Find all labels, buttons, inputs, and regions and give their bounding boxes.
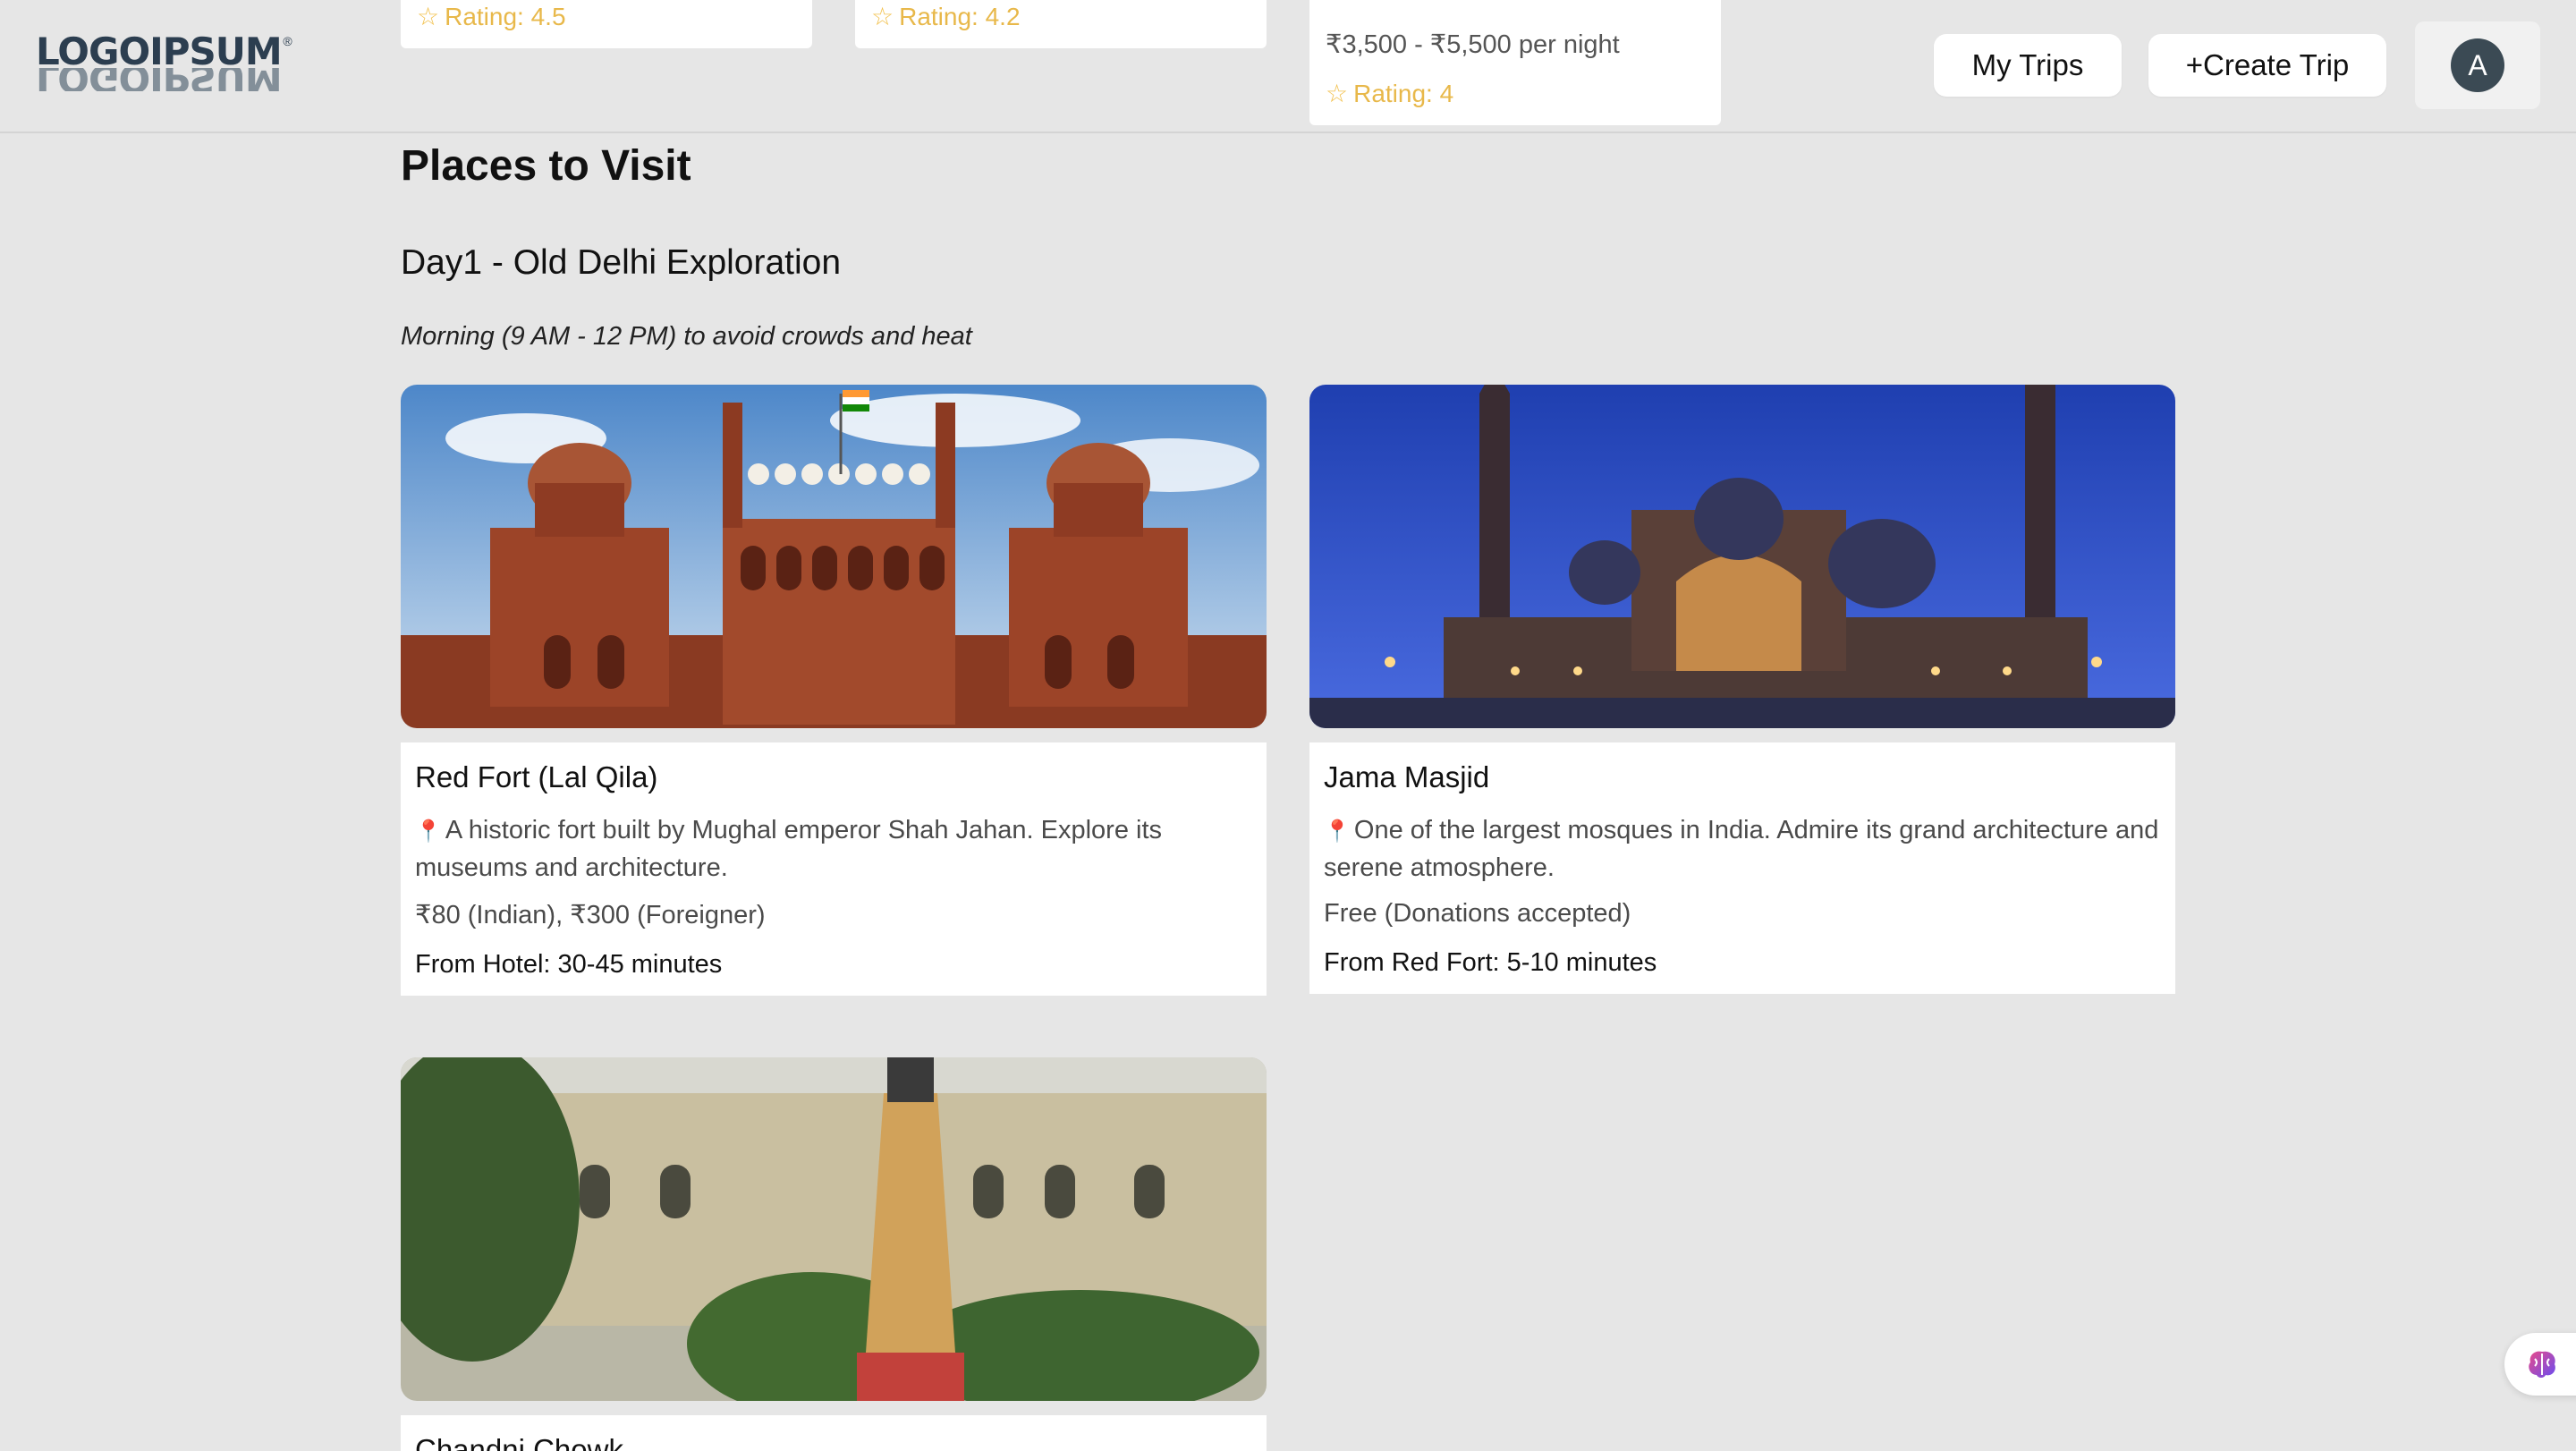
hotel-card[interactable]: ☆ Rating: 4.2	[855, 0, 1267, 48]
place-image	[401, 1057, 1267, 1401]
place-image	[1309, 385, 2175, 728]
place-details: Chandni Chowk	[401, 1415, 1267, 1451]
place-travel-time: From Hotel: 30-45 minutes	[415, 950, 723, 979]
place-travel-time: From Red Fort: 5-10 minutes	[1324, 948, 1657, 977]
place-details: Red Fort (Lal Qila) 📍 A historic fort bui…	[401, 742, 1267, 996]
section-title: Places to Visit	[401, 142, 691, 190]
star-icon: ☆	[1326, 80, 1349, 107]
place-name: Chandni Chowk	[415, 1433, 623, 1451]
day-time-note: Morning (9 AM - 12 PM) to avoid crowds a…	[401, 322, 972, 351]
star-icon: ☆	[871, 3, 894, 30]
place-name: Jama Masjid	[1324, 760, 1490, 793]
place-description: 📍 A historic fort built by Mughal emperor…	[415, 816, 1163, 882]
day-title: Day1 - Old Delhi Exploration	[401, 243, 842, 282]
registered-mark-icon: ®	[283, 34, 292, 48]
hotel-rating: ☆ Rating: 4.2	[871, 2, 1021, 31]
map-pin-icon: 📍	[415, 819, 442, 844]
star-icon: ☆	[417, 3, 440, 30]
top-navbar: LOGOIPSUM LOGOIPSUM ® My Trips +Create T…	[0, 0, 2576, 133]
brain-icon	[2529, 1351, 2555, 1378]
place-ticket-price: Free (Donations accepted)	[1324, 899, 1631, 928]
place-details: Jama Masjid 📍 One of the largest mosques …	[1309, 742, 2175, 994]
place-name: Red Fort (Lal Qila)	[415, 760, 658, 793]
avatar: A	[2451, 38, 2504, 92]
assistant-button[interactable]	[2504, 1333, 2576, 1396]
place-card[interactable]: Red Fort (Lal Qila) 📍 A historic fort bui…	[401, 385, 1267, 996]
brand-logo[interactable]: LOGOIPSUM LOGOIPSUM ®	[36, 33, 292, 92]
user-menu[interactable]: A	[2415, 21, 2540, 109]
place-image	[401, 385, 1267, 728]
map-pin-icon: 📍	[1324, 819, 1351, 844]
hotel-rating: ☆ Rating: 4.5	[417, 2, 566, 31]
place-card[interactable]: Chandni Chowk	[401, 1057, 1267, 1451]
my-trips-button[interactable]: My Trips	[1934, 34, 2122, 97]
hotel-card[interactable]: ‾‾‾‾‾ ₹3,500 - ₹5,500 per night ☆ Rating…	[1309, 0, 1721, 125]
place-ticket-price: ₹80 (Indian), ₹300 (Foreigner)	[415, 901, 766, 929]
hotel-card[interactable]: ☆ Rating: 4.5	[401, 0, 812, 48]
place-card[interactable]: Jama Masjid 📍 One of the largest mosques …	[1309, 385, 2175, 994]
hotel-cutoff-text: ‾‾‾‾‾	[1326, 0, 1368, 12]
hotel-price: ₹3,500 - ₹5,500 per night	[1326, 30, 1620, 59]
hotel-rating: ☆ Rating: 4	[1326, 79, 1454, 108]
create-trip-button[interactable]: +Create Trip	[2148, 34, 2386, 97]
place-description: 📍 One of the largest mosques in India. Ad…	[1324, 816, 2159, 882]
